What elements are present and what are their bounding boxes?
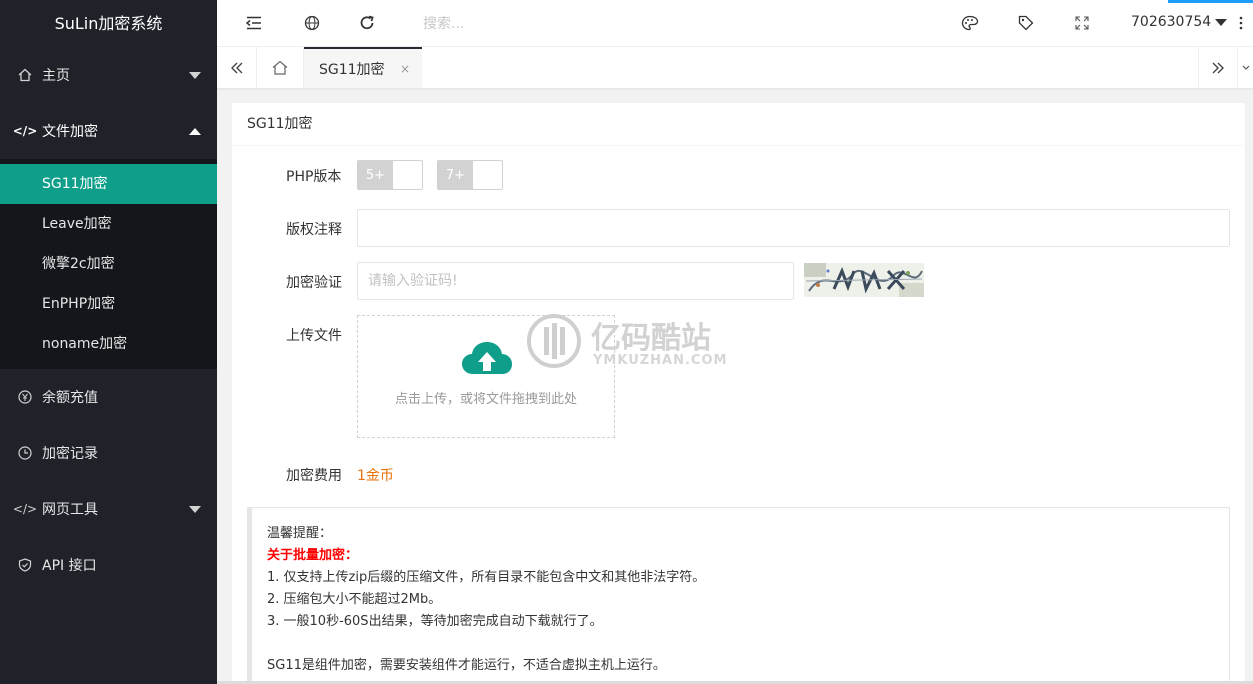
yen-icon [18,390,32,404]
php-version-label: PHP版本 [286,169,342,185]
copyright-label: 版权注释 [286,222,342,238]
cost-value: 1金币 [357,468,394,484]
captcha-image[interactable] [804,263,924,297]
tips-box: 温馨提醒： 关于批量加密： 1. 仅支持上传zip后缀的压缩文件，所有目录不能包… [247,507,1230,684]
tips-line: 3. 一般10秒-60S出结果，等待加密完成自动下载就行了。 [267,614,603,629]
tips-batch-title: 关于批量加密： [267,548,359,563]
home-tab-icon[interactable] [257,47,304,88]
submenu-item-leave[interactable]: Leave加密 [0,204,217,244]
cloud-upload-icon [462,342,512,374]
submenu-item-weiqing[interactable]: 微擎2c加密 [0,244,217,284]
php-version-7-switch[interactable]: 7+ [437,160,503,190]
sidebar-item-file-encrypt[interactable]: </> 文件加密 [0,103,217,159]
switch-label: 5+ [358,161,393,189]
sidebar: SuLin加密系统 主页 </> 文件加密 SG11加密 Leave加密 微擎2… [0,0,217,684]
tips-line: 2. 压缩包大小不能超过2Mb。 [267,592,442,607]
sidebar-item-recharge[interactable]: 余额充值 [0,369,217,425]
chevron-down-icon [189,72,201,79]
caret-down-icon [1215,18,1228,26]
username: 702630754 [1131,14,1212,30]
tab-sg11[interactable]: SG11加密 × [304,47,422,88]
menu-fold-icon[interactable] [245,14,263,32]
sidebar-item-web-tools[interactable]: </> 网页工具 [0,481,217,537]
submenu-item-sg11[interactable]: SG11加密 [0,164,217,204]
tips-heading: 温馨提醒： [267,526,333,541]
shield-icon [18,558,32,572]
submenu: SG11加密 Leave加密 微擎2c加密 EnPHP加密 noname加密 [0,159,217,369]
sidebar-item-api[interactable]: API 接口 [0,537,217,593]
sidebar-item-label: API 接口 [42,558,97,574]
php-version-5-switch[interactable]: 5+ [357,160,423,190]
code-icon: </> [12,124,38,138]
tabs-scroll-left-icon[interactable] [217,47,257,88]
fullscreen-icon[interactable] [1073,14,1091,32]
tabs-scroll-right-icon[interactable] [1198,47,1238,88]
globe-icon[interactable] [303,14,321,32]
top-accent-bar [1168,0,1253,3]
chevron-down-icon [189,506,201,513]
tips-line: 1. 仅支持上传zip后缀的压缩文件，所有目录不能包含中文和其他非法字符。 [267,570,706,585]
sidebar-item-home[interactable]: 主页 [0,47,217,103]
sidebar-item-label: 主页 [42,68,70,84]
captcha-input[interactable] [357,262,794,300]
code-icon: </> [12,502,38,516]
encrypt-form-card: SG11加密 PHP版本 5+ 7+ 版权注释 加密验证 上传文件 点击上传，或… [232,103,1245,684]
sidebar-item-label: 文件加密 [42,124,98,140]
refresh-icon[interactable] [358,14,376,32]
clock-icon [18,446,32,460]
chevron-up-icon [189,128,201,135]
sidebar-item-label: 网页工具 [42,502,98,518]
palette-icon[interactable] [961,14,979,32]
card-title: SG11加密 [232,103,1245,146]
user-menu[interactable]: 702630754 [1131,14,1228,30]
upload-label: 上传文件 [286,328,342,344]
more-vertical-icon[interactable] [1232,14,1250,32]
verify-label: 加密验证 [286,275,342,291]
tabs-dropdown-icon[interactable] [1238,47,1253,88]
switch-label: 7+ [438,161,473,189]
tips-note: SG11是组件加密，需要安装组件才能运行，不适合虚拟主机上运行。 [267,658,666,673]
upload-dropzone[interactable]: 点击上传，或将文件拖拽到此处 [357,315,615,438]
sidebar-item-label: 余额充值 [42,390,98,406]
cost-label: 加密费用 [286,468,342,484]
app-logo: SuLin加密系统 [0,0,217,47]
sidebar-item-records[interactable]: 加密记录 [0,425,217,481]
close-icon[interactable]: × [400,62,410,76]
tag-icon[interactable] [1017,14,1035,32]
tab-label: SG11加密 [319,61,385,78]
home-icon [18,68,32,82]
submenu-item-noname[interactable]: noname加密 [0,324,217,364]
sidebar-item-label: 加密记录 [42,446,98,462]
upload-hint: 点击上传，或将文件拖拽到此处 [394,392,577,407]
top-header: 702630754 [217,0,1253,47]
submenu-item-enphp[interactable]: EnPHP加密 [0,284,217,324]
search-input[interactable] [423,13,603,35]
tabs-bar: SG11加密 × [217,47,1253,89]
copyright-input[interactable] [357,209,1230,247]
